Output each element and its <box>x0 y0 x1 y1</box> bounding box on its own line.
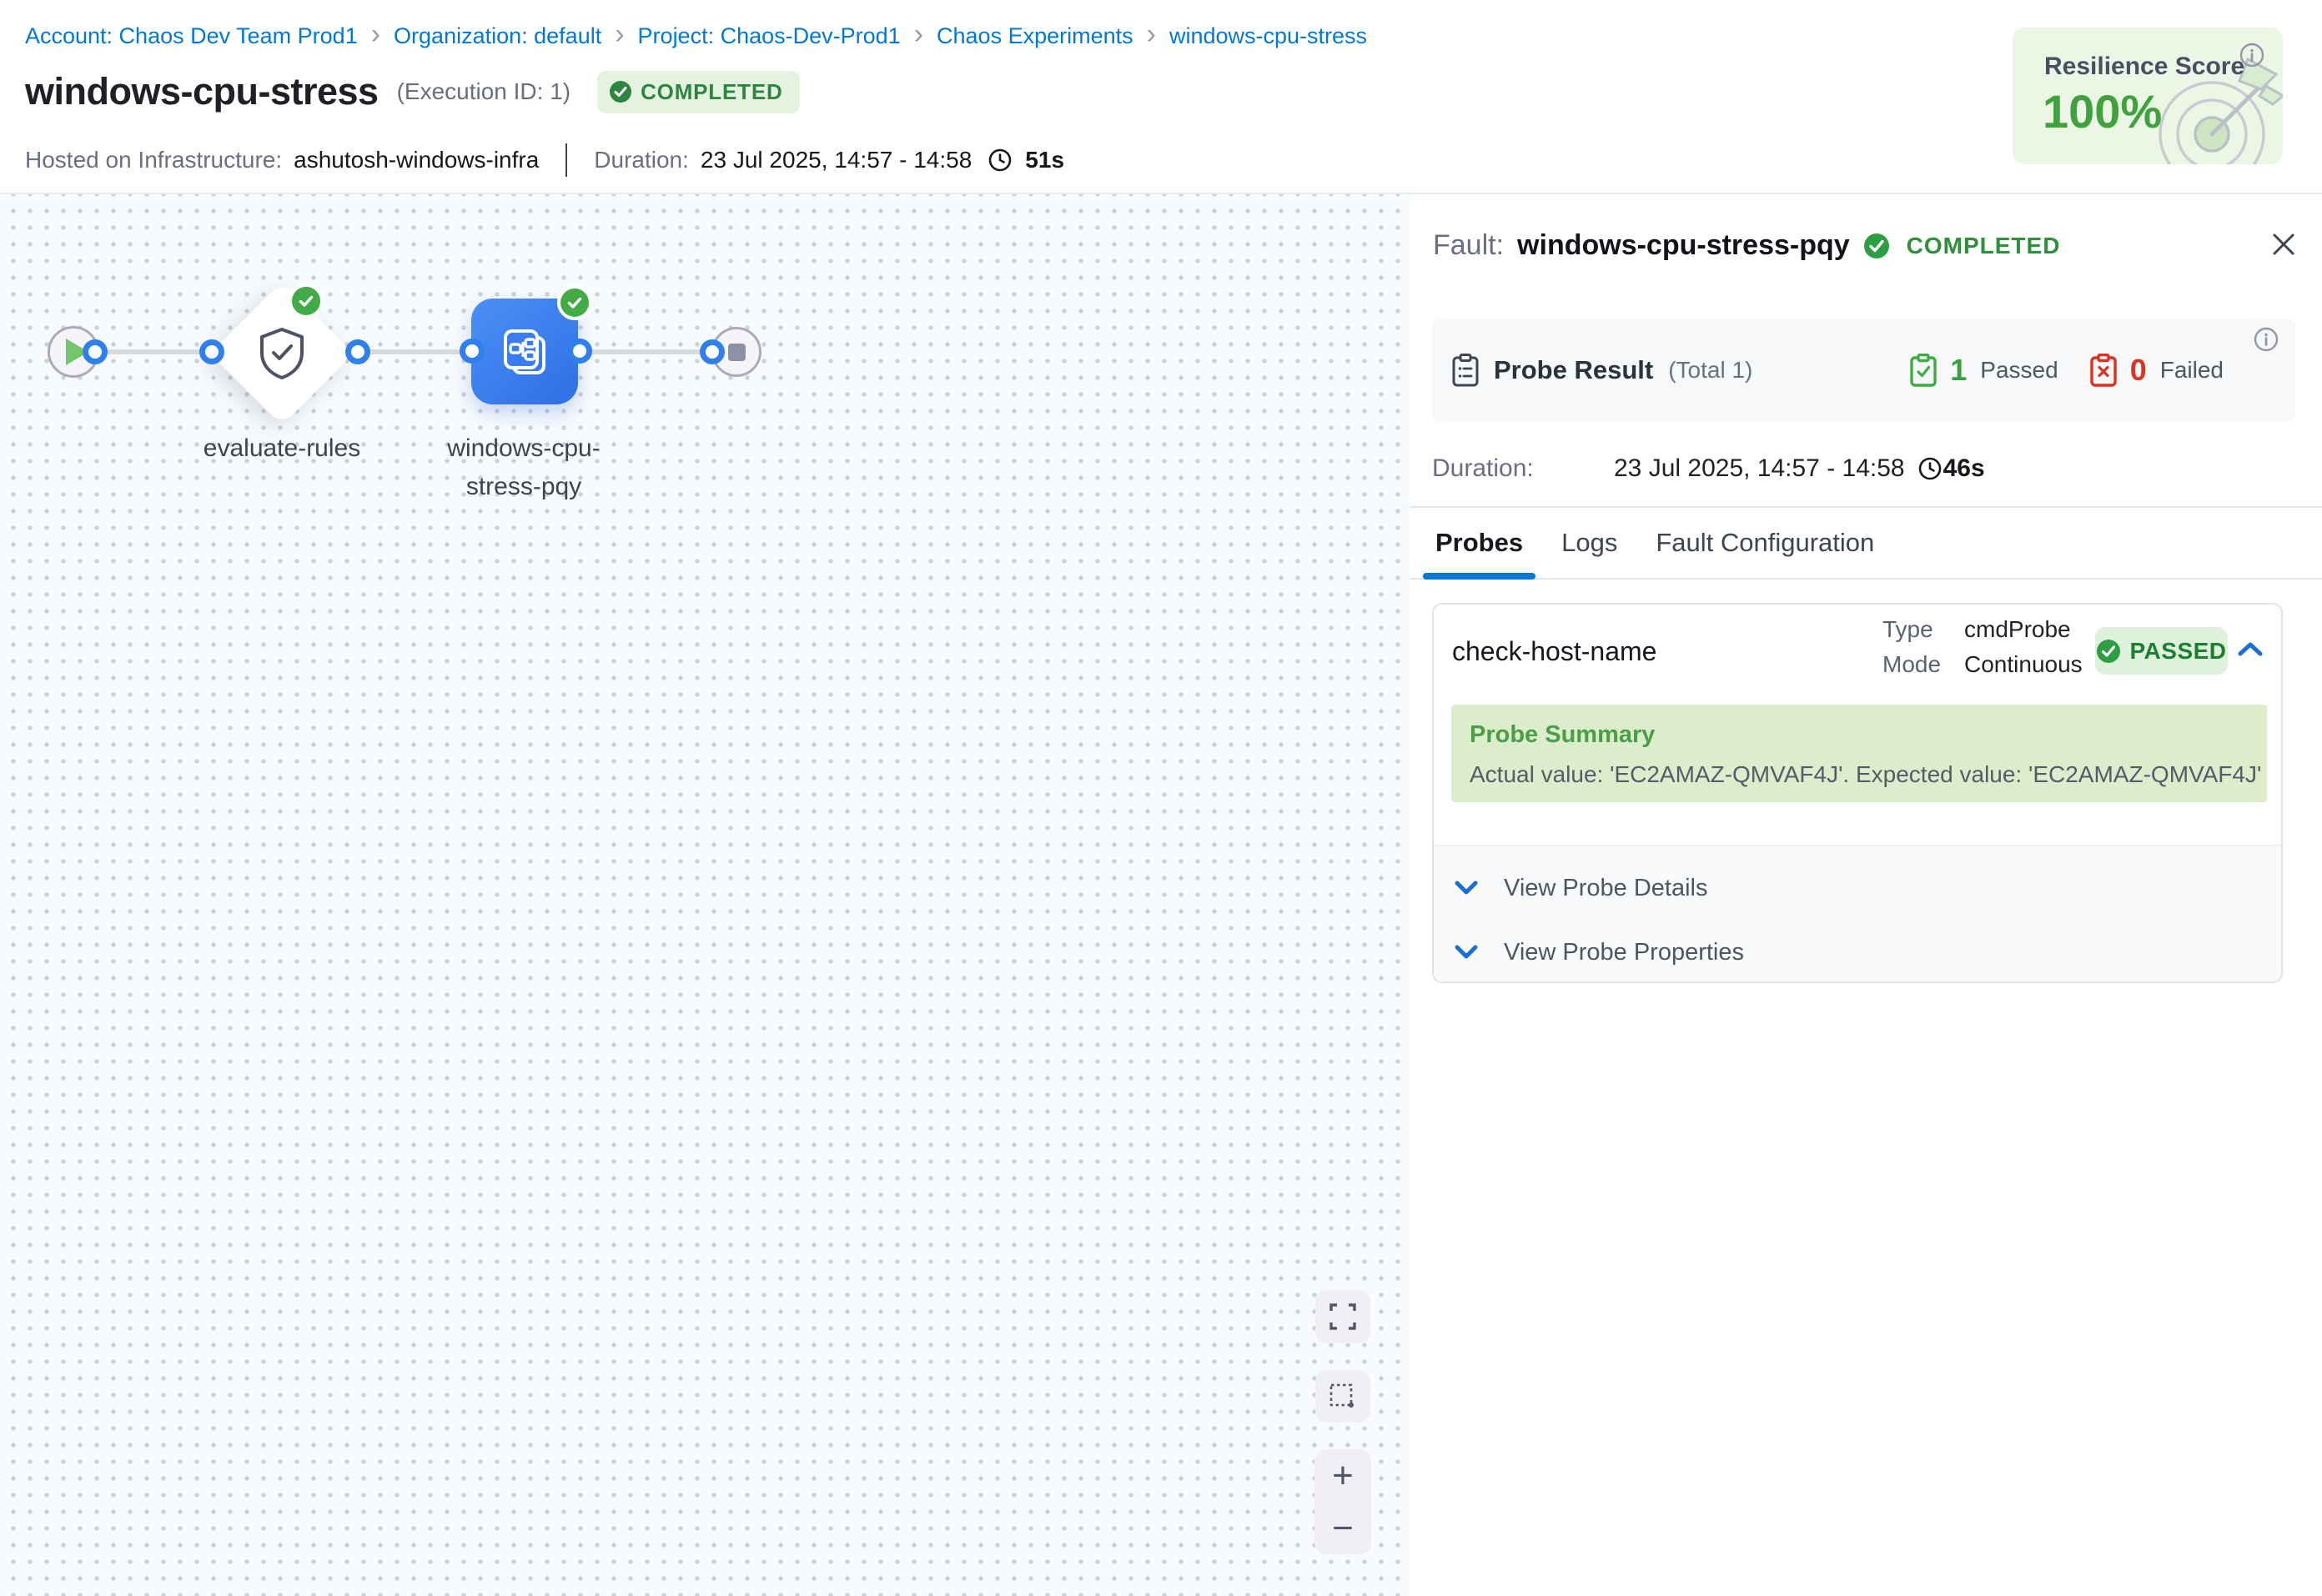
breadcrumb-account[interactable]: Account: Chaos Dev Team Prod1 <box>25 23 358 49</box>
page-title: windows-cpu-stress <box>25 70 379 113</box>
passed-label: Passed <box>1980 357 2058 384</box>
probe-summary-box: Probe Summary Actual value: 'EC2AMAZ-QMV… <box>1451 705 2267 802</box>
success-badge-icon <box>557 285 592 320</box>
breadcrumb-current[interactable]: windows-cpu-stress <box>1169 23 1367 49</box>
info-icon[interactable] <box>2254 327 2279 352</box>
tab-fault-configuration[interactable]: Fault Configuration <box>1643 508 1887 578</box>
probe-summary-title: Probe Summary <box>1470 721 1655 749</box>
close-icon <box>2269 229 2299 259</box>
tab-probes[interactable]: Probes <box>1423 508 1535 578</box>
page-header: Account: Chaos Dev Team Prod1 › Organiza… <box>0 0 2322 194</box>
probe-type-label: Type <box>1882 616 1951 643</box>
success-badge-icon <box>289 284 324 319</box>
clock-icon <box>1918 457 1942 480</box>
collapse-probe-button[interactable] <box>2236 640 2264 660</box>
failed-clipboard-icon <box>2090 354 2117 387</box>
edge-start-to-evaluate <box>95 349 212 354</box>
probe-card-check-host-name: check-host-name Type cmdProbe Mode Conti… <box>1432 603 2283 983</box>
close-panel-button[interactable] <box>2267 228 2300 261</box>
view-probe-details-toggle[interactable]: View Probe Details <box>1434 865 2281 911</box>
fit-to-screen-button[interactable] <box>1315 1290 1370 1343</box>
fault-status: COMPLETED <box>1907 233 2061 259</box>
edge-fault-to-end <box>580 349 712 354</box>
breadcrumb-separator: › <box>371 26 380 48</box>
check-circle-icon <box>1863 233 1890 259</box>
pipeline-canvas[interactable]: evaluate-rules windows-cpu- stress-pqy +… <box>0 194 1410 1596</box>
chevron-down-icon <box>1454 943 1479 961</box>
duration-value: 23 Jul 2025, 14:57 - 14:58 <box>701 147 972 173</box>
resilience-score-label: Resilience Score <box>2044 53 2244 81</box>
view-probe-properties-toggle[interactable]: View Probe Properties <box>1434 929 2281 976</box>
panel-tabs: Probes Logs Fault Configuration <box>1410 506 2322 580</box>
selection-tool-button[interactable] <box>1315 1370 1370 1423</box>
zoom-in-button[interactable]: + <box>1332 1459 1354 1493</box>
node-label-evaluate-rules: evaluate-rules <box>157 429 407 468</box>
duration-elapsed: 51s <box>1025 147 1064 173</box>
fault-label: Fault: <box>1433 229 1504 262</box>
panel-duration-value: 23 Jul 2025, 14:57 - 14:58 <box>1614 454 1905 483</box>
node-label-windows-cpu-stress-pqy: windows-cpu- stress-pqy <box>399 429 649 506</box>
status-badge: COMPLETED <box>597 71 799 113</box>
active-tab-underline <box>1423 573 1535 580</box>
passed-count: 1 <box>1950 353 1967 388</box>
breadcrumb-separator: › <box>615 26 624 48</box>
port <box>345 339 370 364</box>
port <box>460 339 485 364</box>
passed-clipboard-icon <box>1910 354 1937 387</box>
probe-mode-label: Mode <box>1882 651 1951 678</box>
fault-name: windows-cpu-stress-pqy <box>1517 229 1850 262</box>
breadcrumb-organization[interactable]: Organization: default <box>394 23 601 49</box>
divider <box>565 143 567 177</box>
zoom-controls: + − <box>1314 1449 1371 1554</box>
marquee-select-icon <box>1328 1382 1358 1412</box>
port <box>700 339 725 364</box>
resilience-score-value: 100% <box>2043 84 2162 138</box>
stop-icon <box>728 344 746 361</box>
panel-duration-elapsed: 46s <box>1943 454 1985 483</box>
port <box>199 339 224 364</box>
info-icon[interactable] <box>2239 43 2264 68</box>
probe-type-value: cmdProbe <box>1964 616 2083 643</box>
failed-label: Failed <box>2160 357 2224 384</box>
clipboard-icon <box>1452 354 1479 387</box>
hosted-value: ashutosh-windows-infra <box>294 147 539 173</box>
hosted-label: Hosted on Infrastructure: <box>25 147 282 173</box>
probe-result-total: (Total 1) <box>1668 357 1752 384</box>
chevron-down-icon <box>1454 879 1479 897</box>
clock-icon <box>988 148 1012 172</box>
zoom-out-button[interactable]: − <box>1332 1512 1354 1545</box>
resilience-score-card: Resilience Score 100% <box>2013 28 2283 164</box>
breadcrumb-chaos-experiments[interactable]: Chaos Experiments <box>937 23 1133 49</box>
shield-check-icon <box>257 326 307 381</box>
panel-duration-label: Duration: <box>1432 454 1614 483</box>
fault-details-panel: Fault: windows-cpu-stress-pqy COMPLETED … <box>1410 194 2322 1596</box>
probe-mode-value: Continuous <box>1964 651 2083 678</box>
execution-id: (Execution ID: 1) <box>397 78 571 105</box>
probe-card-footer: View Probe Details View Probe Properties <box>1434 845 2281 981</box>
chevron-up-icon <box>2236 640 2264 660</box>
port <box>83 339 108 364</box>
probe-status-badge: PASSED <box>2095 627 2228 675</box>
probe-name: check-host-name <box>1452 636 1656 667</box>
fault-stack-icon <box>497 324 552 379</box>
fullscreen-icon <box>1329 1302 1357 1331</box>
edge-evaluate-to-fault <box>358 349 472 354</box>
port <box>567 339 592 364</box>
breadcrumb-separator: › <box>1147 26 1156 48</box>
probe-result-summary: Probe Result (Total 1) 1 Passed 0 Failed <box>1432 319 2295 422</box>
probe-result-title: Probe Result <box>1494 355 1653 385</box>
breadcrumb: Account: Chaos Dev Team Prod1 › Organiza… <box>25 23 1367 49</box>
check-circle-icon <box>2096 639 2121 664</box>
breadcrumb-project[interactable]: Project: Chaos-Dev-Prod1 <box>638 23 901 49</box>
breadcrumb-separator: › <box>914 26 923 48</box>
failed-count: 0 <box>2130 353 2147 388</box>
duration-label: Duration: <box>594 147 689 173</box>
check-circle-icon <box>609 80 632 103</box>
probe-summary-text: Actual value: 'EC2AMAZ-QMVAF4J'. Expecte… <box>1470 761 2261 788</box>
tab-logs[interactable]: Logs <box>1549 508 1630 578</box>
